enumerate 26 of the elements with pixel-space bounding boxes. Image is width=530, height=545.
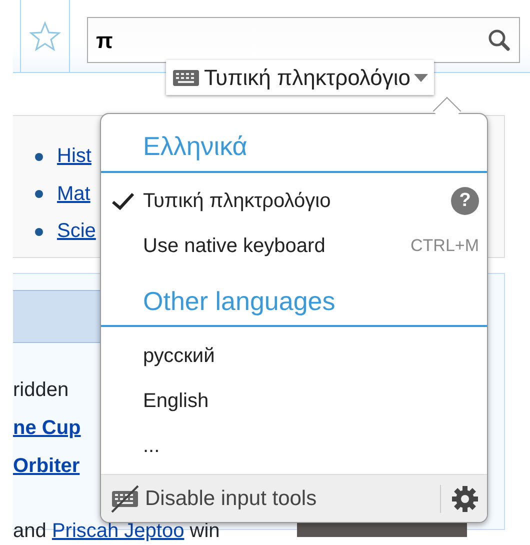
menu-item[interactable]: English [101, 378, 487, 424]
help-icon[interactable]: ? [451, 187, 479, 216]
settings-icon[interactable] [451, 484, 479, 513]
menu-item[interactable]: Τυπική πληκτρολόγιο ? [101, 178, 487, 224]
star-icon[interactable] [29, 21, 61, 51]
portal-link[interactable]: Mat [57, 176, 90, 213]
input-tool-selector[interactable]: Τυπική πληκτρολόγιο [166, 60, 434, 95]
bullet-icon [35, 228, 43, 236]
news-link[interactable]: Priscah Jeptoo [52, 520, 184, 542]
section-heading: Other languages [101, 274, 487, 328]
bullet-icon [35, 152, 43, 161]
search-input: π [96, 24, 487, 56]
shortcut-label: CTRL+M [410, 235, 479, 258]
news-link[interactable]: ne Cup [13, 417, 81, 439]
portal-link[interactable]: Scie [57, 213, 96, 250]
menu-item[interactable]: Use native keyboard CTRL+M [101, 224, 487, 269]
news-link[interactable]: Orbiter [13, 455, 80, 477]
news-text: ridden [13, 378, 69, 403]
portal-link[interactable]: Hist [57, 138, 92, 176]
bullet-icon [35, 190, 43, 198]
menu-item[interactable]: ... [101, 423, 487, 468]
menu-item[interactable]: русский [101, 333, 487, 378]
search-field[interactable]: π [87, 17, 520, 63]
search-icon[interactable] [487, 28, 511, 52]
keyboard-crossed-icon [109, 484, 141, 513]
news-text: and Priscah Jeptoo win [13, 521, 220, 541]
